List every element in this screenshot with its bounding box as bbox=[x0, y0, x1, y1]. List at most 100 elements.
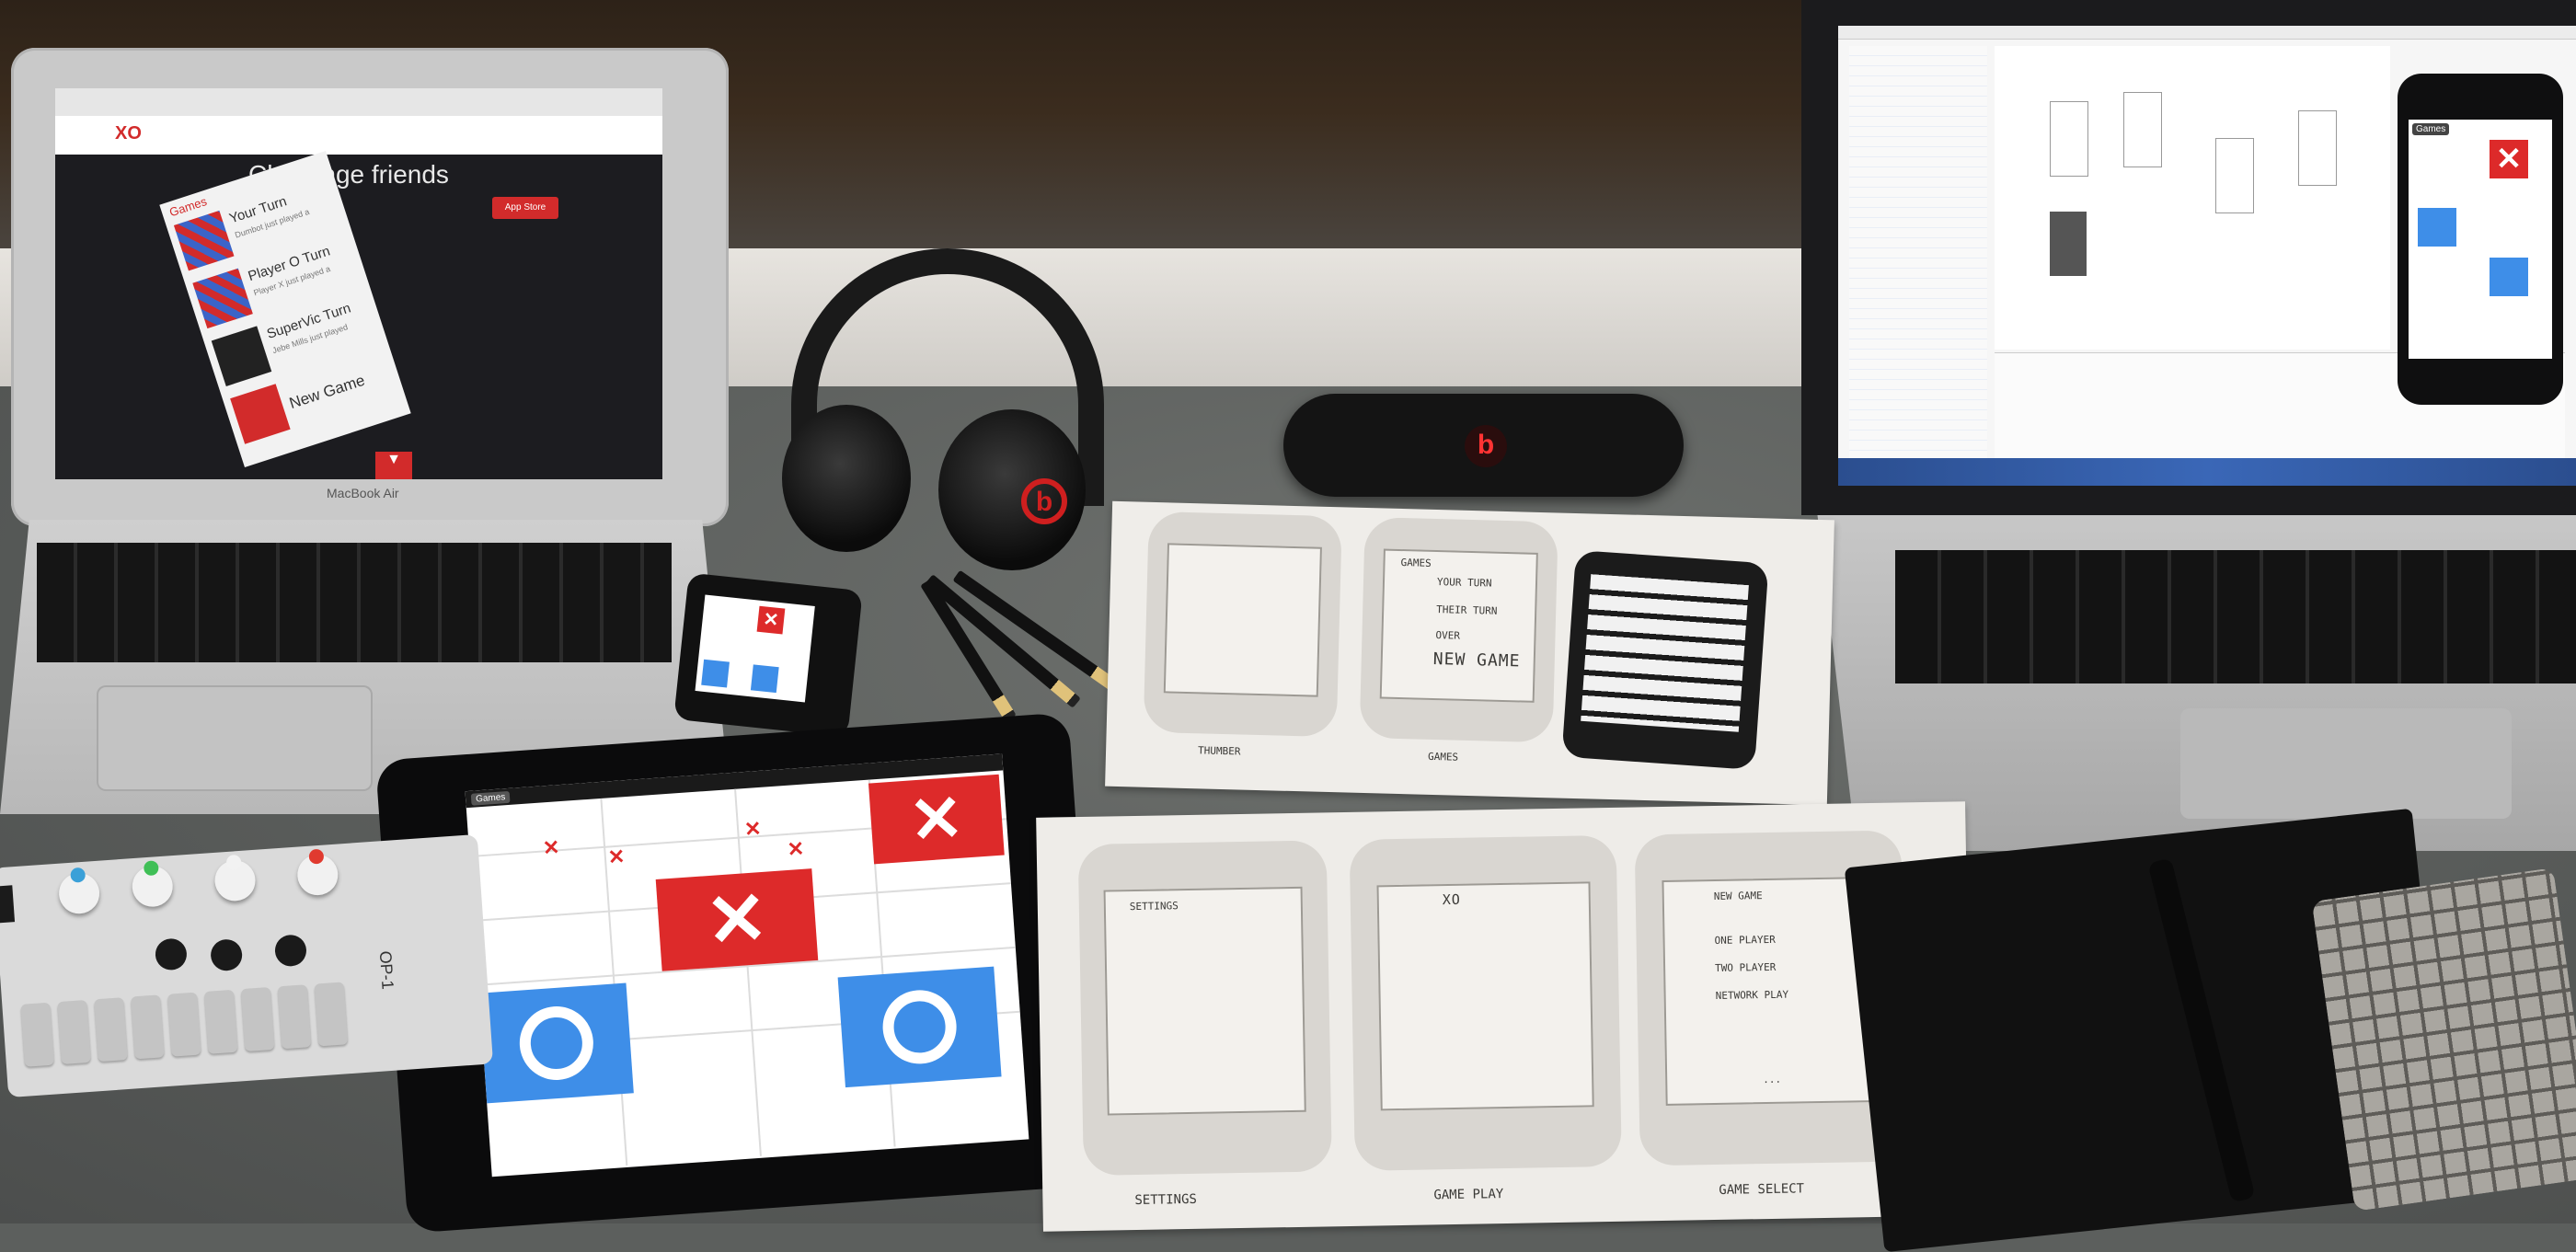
game-thumbnail bbox=[211, 326, 272, 386]
o-tile-large[interactable] bbox=[478, 982, 634, 1104]
sketch-sheet-bottom: SETTINGS XO NEW GAME ONE PLAYER TWO PLAY… bbox=[1036, 801, 1972, 1232]
synth-display bbox=[0, 885, 16, 924]
ipad-screen: Games ✕ ✕ ✕ ✕ ✕ ✕ bbox=[465, 753, 1029, 1177]
dock bbox=[1838, 458, 2576, 486]
iphone-simulator: Games ✕ bbox=[2398, 74, 2563, 405]
synth-key[interactable] bbox=[203, 989, 238, 1054]
storyboard-scene bbox=[2298, 110, 2337, 186]
game-thumbnail bbox=[173, 210, 235, 271]
macbook-air-screen: XO Challenge friends Games Your Turn Dum… bbox=[55, 88, 662, 479]
sketch-label: XO bbox=[1442, 890, 1461, 909]
macbook-pro-keyboard bbox=[1895, 550, 2576, 683]
x-mark: ✕ bbox=[607, 844, 627, 869]
synth-knob[interactable] bbox=[131, 860, 175, 909]
games-button[interactable]: Games bbox=[2412, 123, 2450, 135]
site-navbar bbox=[55, 116, 662, 155]
simulator-screen: Games ✕ bbox=[2409, 120, 2552, 359]
macbook-air-brand: MacBook Air bbox=[327, 486, 399, 500]
sketch-label: THEIR TURN bbox=[1436, 603, 1498, 617]
x-tile: ✕ bbox=[756, 605, 786, 635]
app-store-badge[interactable]: App Store bbox=[492, 197, 558, 219]
scroll-down-icon[interactable]: ▼ bbox=[375, 452, 412, 479]
x-tile-large[interactable]: ✕ bbox=[655, 868, 819, 971]
synth-key[interactable] bbox=[277, 984, 312, 1050]
sketch-label: YOUR TURN bbox=[1436, 576, 1492, 590]
x-tile: ✕ bbox=[2490, 140, 2528, 178]
drawing-stencil bbox=[2311, 867, 2576, 1212]
sketch-label: OVER bbox=[1435, 629, 1461, 642]
grid-line bbox=[734, 788, 762, 1156]
knob-cap bbox=[225, 854, 242, 870]
o-tile bbox=[750, 664, 779, 694]
sketch-caption: GAMES bbox=[1427, 750, 1459, 764]
o-tile bbox=[2490, 258, 2528, 296]
sketch-label: ONE PLAYER bbox=[1714, 933, 1776, 947]
storyboard-canvas bbox=[1995, 46, 2390, 350]
project-navigator bbox=[1849, 46, 1987, 478]
synth-knob[interactable] bbox=[57, 867, 101, 915]
beats-logo-icon: b bbox=[1465, 425, 1507, 467]
op1-synthesizer: OP-1 bbox=[0, 833, 494, 1098]
synth-key[interactable] bbox=[131, 994, 165, 1060]
phone-sketch: SETTINGS bbox=[1077, 840, 1332, 1177]
x-tile-large[interactable]: ✕ bbox=[868, 774, 1005, 865]
synth-button[interactable] bbox=[209, 938, 244, 972]
synth-key[interactable] bbox=[20, 1002, 55, 1067]
synth-button[interactable] bbox=[154, 937, 189, 971]
sketch-label: ... bbox=[1763, 1073, 1782, 1086]
sketch-caption: GAME SELECT bbox=[1719, 1181, 1805, 1198]
plus-icon bbox=[230, 384, 291, 444]
sketch-label: NEW GAME bbox=[1713, 890, 1763, 903]
new-game-label: New Game bbox=[287, 371, 367, 413]
synth-key[interactable] bbox=[57, 999, 91, 1065]
iphone-screen: ✕ bbox=[695, 594, 815, 703]
phone-sketch bbox=[1143, 511, 1342, 738]
synth-key[interactable] bbox=[94, 997, 128, 1062]
o-tile bbox=[701, 659, 730, 688]
knob-cap bbox=[308, 848, 325, 865]
macbook-air-trackpad bbox=[97, 685, 373, 791]
o-ring bbox=[517, 1004, 596, 1083]
synth-knob[interactable] bbox=[295, 848, 339, 897]
headphone-cup bbox=[782, 405, 911, 552]
menu-bar bbox=[1838, 26, 2576, 40]
x-mark: ✕ bbox=[743, 816, 763, 842]
o-ring bbox=[880, 987, 960, 1067]
storyboard-scene bbox=[2123, 92, 2162, 167]
games-card: Games Your Turn Dumbot just played a Pla… bbox=[159, 150, 411, 468]
macbook-pro-trackpad bbox=[2180, 708, 2512, 819]
sketch-caption: GAME PLAY bbox=[1433, 1187, 1504, 1203]
synth-brand: OP-1 bbox=[375, 949, 397, 991]
knob-cap bbox=[143, 860, 159, 877]
site-logo[interactable]: XO bbox=[115, 123, 142, 144]
x-mark: ✕ bbox=[542, 835, 561, 860]
sketch-label: NETWORK PLAY bbox=[1715, 988, 1789, 1002]
sketch-label: TWO PLAYER bbox=[1715, 960, 1777, 974]
storyboard-scene bbox=[2050, 101, 2088, 177]
sketch-caption: SETTINGS bbox=[1134, 1191, 1197, 1209]
sketch-label: SETTINGS bbox=[1129, 900, 1179, 913]
synth-button[interactable] bbox=[273, 934, 308, 968]
macbook-pro-screen: Games ✕ bbox=[1838, 26, 2576, 486]
synth-key[interactable] bbox=[167, 992, 201, 1057]
phone-sketch: XO bbox=[1349, 834, 1622, 1171]
o-tile bbox=[2418, 208, 2456, 247]
paper-phone-cutout bbox=[1561, 549, 1769, 771]
o-tile-large[interactable] bbox=[837, 966, 1002, 1088]
synth-knob[interactable] bbox=[213, 854, 257, 902]
macbook-air-keyboard bbox=[37, 543, 672, 662]
knob-cap bbox=[70, 867, 86, 883]
x-mark: ✕ bbox=[786, 836, 806, 861]
sketch-label: GAMES bbox=[1400, 557, 1432, 569]
synth-key[interactable] bbox=[240, 986, 275, 1052]
games-button[interactable]: Games bbox=[470, 790, 511, 806]
game-thumbnail bbox=[192, 268, 253, 329]
sketch-caption: THUMBER bbox=[1197, 744, 1241, 758]
phone-sketch: GAMES YOUR TURN THEIR TURN OVER NEW GAME bbox=[1359, 516, 1558, 743]
synth-key[interactable] bbox=[314, 982, 349, 1047]
cutout-screen bbox=[1581, 574, 1749, 732]
iphone-device: ✕ bbox=[673, 572, 863, 738]
browser-chrome bbox=[55, 88, 662, 116]
storyboard-scene bbox=[2050, 212, 2087, 276]
sketch-label: NEW GAME bbox=[1432, 649, 1521, 672]
